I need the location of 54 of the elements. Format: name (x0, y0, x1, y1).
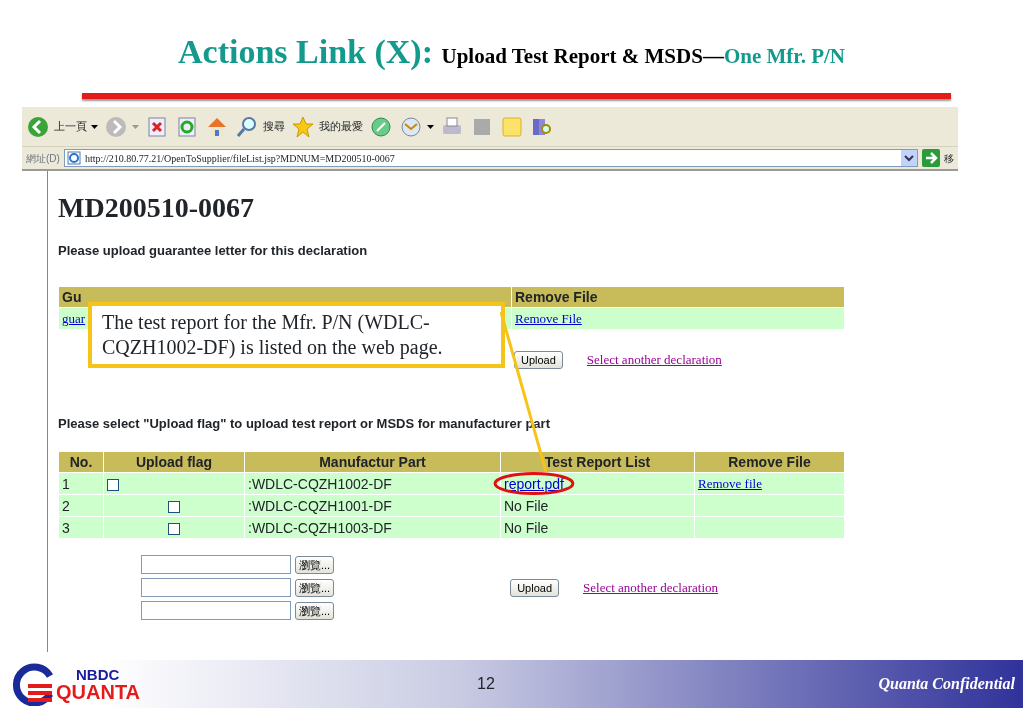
instruction-text: Please upload guarantee letter for this declaration (58, 241, 369, 260)
media-icon[interactable] (369, 114, 393, 139)
page-heading: MD200510-0067 (58, 191, 255, 225)
page-icon (66, 151, 81, 165)
page-number: 12 (477, 674, 495, 694)
toolbar-label[interactable]: 搜尋 (263, 118, 285, 135)
select-declaration-link[interactable]: Select another declaration (586, 350, 722, 370)
column-header: Remove File (695, 452, 844, 473)
table-cell: 2 (59, 495, 103, 517)
table-cell: :WDLC-CQZH1002-DF (245, 473, 500, 495)
file-path-field[interactable] (141, 555, 291, 575)
column-header: No. (59, 452, 103, 473)
select-declaration-link[interactable]: Select another declaration (583, 577, 719, 598)
browse-button[interactable]: 瀏覽... (295, 555, 335, 574)
table-cell: No File (504, 519, 549, 536)
file-path-field[interactable] (141, 578, 291, 598)
logo-text: NBDC (76, 666, 121, 682)
checkbox[interactable] (168, 522, 180, 535)
table-cell: 3 (59, 517, 103, 539)
toolbar-label[interactable]: 上一頁 (54, 118, 87, 135)
file-path-field[interactable] (141, 601, 291, 621)
column-header: Remove File (512, 287, 844, 308)
star-icon[interactable] (291, 114, 315, 139)
slide-title: Actions Link (X): Upload Test Report & MSDS—One Mfr. P/N (177, 32, 846, 72)
go-button-label[interactable]: 移 (944, 150, 954, 166)
upload-button[interactable]: Upload (510, 578, 560, 597)
dropdown-icon[interactable] (901, 150, 917, 166)
logo-icon (10, 662, 54, 706)
logo-text: QUANTA (56, 681, 141, 702)
dropdown-caret-icon[interactable] (91, 123, 98, 130)
search-icon[interactable] (235, 114, 259, 139)
column-header: Manufactur Part (245, 452, 500, 473)
browse-button[interactable]: 瀏覽... (295, 578, 335, 597)
table-cell: :WDLC-CQZH1003-DF (245, 517, 500, 539)
file-link[interactable]: guar (62, 311, 86, 327)
table-cell: No File (504, 497, 549, 514)
address-label: 網址(D) (26, 151, 60, 166)
refresh-icon[interactable] (175, 114, 199, 139)
table-cell: 1 (59, 473, 103, 495)
file-link[interactable]: Remove File (515, 311, 582, 327)
column-header: Test Report List (501, 452, 694, 473)
dropdown-caret-icon[interactable] (427, 123, 434, 130)
stop-icon[interactable] (145, 114, 169, 139)
callout-text: The test report for the Mfr. P/N (WDLC-CQZH1002-DF) is listed on the web page. (88, 302, 505, 368)
go-arrow-icon[interactable] (922, 149, 940, 167)
browse-button[interactable]: 瀏覽... (295, 601, 335, 620)
confidential-label: Quanta Confidential (878, 674, 1015, 695)
checkbox[interactable] (107, 478, 119, 491)
toolbar-label[interactable]: 我的最愛 (319, 118, 363, 135)
checkbox[interactable] (168, 500, 180, 513)
table-cell: :WDLC-CQZH1001-DF (245, 495, 500, 517)
upload-button[interactable]: Upload (514, 350, 563, 369)
address-field[interactable]: http://210.80.77.21/OpenToSupplier/fileList.jsp?MDNUM=MD200510-0067 (63, 149, 918, 167)
column-header: Upload flag (104, 452, 244, 473)
